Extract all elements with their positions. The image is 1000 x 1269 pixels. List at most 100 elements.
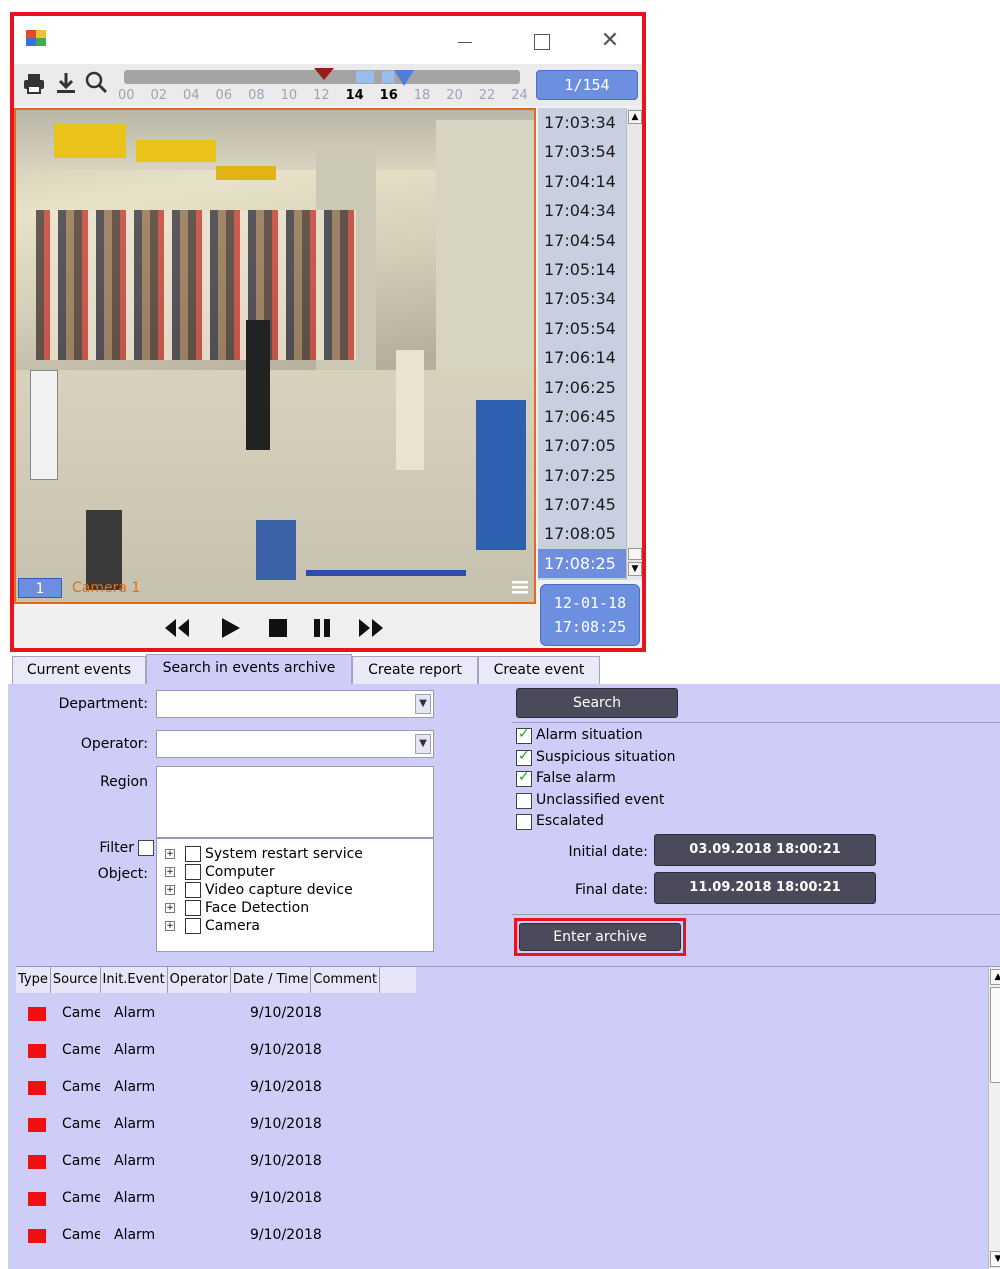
scroll-thumb[interactable] (628, 548, 642, 560)
stop-icon[interactable] (266, 616, 290, 640)
object-checkbox[interactable] (185, 864, 201, 880)
object-tree-item[interactable]: + Video capture device (165, 881, 353, 899)
time-list-item[interactable]: 17:03:54 (538, 137, 626, 166)
scroll-up-icon[interactable]: ▲ (628, 110, 642, 124)
expand-icon[interactable]: + (165, 885, 175, 895)
time-list-item[interactable]: 17:07:25 (538, 461, 626, 490)
time-list-item[interactable]: 17:04:14 (538, 167, 626, 196)
search-button[interactable]: Search (516, 688, 678, 718)
object-label: Computer (205, 864, 275, 880)
column-header[interactable]: Operator (168, 967, 231, 993)
current-time: 17:08:25 (553, 618, 627, 636)
scroll-down-icon[interactable]: ▼ (990, 1251, 1000, 1267)
expand-icon[interactable]: + (165, 867, 175, 877)
event-type-checkbox[interactable] (516, 769, 532, 787)
pause-icon[interactable] (310, 616, 334, 640)
expand-icon[interactable]: + (165, 849, 175, 859)
tab-current-events[interactable]: Current events (12, 656, 146, 684)
time-list-item[interactable]: 17:05:54 (538, 314, 626, 343)
time-list-item[interactable]: 17:06:25 (538, 373, 626, 402)
timeline-tick-label: 24 (511, 88, 528, 103)
object-checkbox[interactable] (185, 882, 201, 898)
tab-create-event[interactable]: Create event (478, 656, 600, 684)
time-list-item[interactable]: 17:03:34 (538, 108, 626, 137)
object-tree-item[interactable]: + Face Detection (165, 899, 309, 917)
divider (512, 722, 1000, 723)
close-button[interactable]: ✕ (590, 26, 630, 56)
maximize-button[interactable] (522, 26, 562, 56)
time-list-item[interactable]: 17:08:05 (538, 519, 626, 548)
event-type-checkbox[interactable] (516, 726, 532, 744)
overhead-sign (136, 140, 216, 162)
filter-checkbox[interactable] (138, 840, 154, 856)
object-checkbox[interactable] (185, 918, 201, 934)
minimize-button[interactable] (444, 26, 484, 56)
enter-archive-button[interactable]: Enter archive (519, 923, 681, 951)
download-icon[interactable] (54, 70, 78, 96)
region-list[interactable] (156, 766, 434, 838)
time-list-item[interactable]: 17:06:14 (538, 343, 626, 372)
tab-create-report[interactable]: Create report (352, 656, 478, 684)
operator-select[interactable]: ▼ (156, 730, 434, 758)
column-header[interactable]: Date / Time (231, 967, 312, 993)
object-tree-item[interactable]: + Camera (165, 917, 260, 935)
initial-date-field[interactable]: 03.09.2018 18:00:21 (654, 834, 876, 866)
object-tree-item[interactable]: + System restart service (165, 845, 363, 863)
table-scrollbar[interactable]: ▲ ▼ (988, 967, 1000, 1269)
time-list[interactable]: 17:03:34 17:03:54 17:04:14 17:04:34 17:04:54… (538, 108, 626, 580)
time-list-item[interactable]: 17:04:54 (538, 226, 626, 255)
time-list-item[interactable]: 17:05:14 (538, 255, 626, 284)
expand-icon[interactable]: + (165, 921, 175, 931)
zoom-icon[interactable] (84, 70, 108, 96)
column-header[interactable]: Source (51, 967, 101, 993)
object-checkbox[interactable] (185, 846, 201, 862)
department-label: Department: (58, 696, 148, 712)
event-type-indicator (28, 1192, 46, 1206)
column-header[interactable]: Init.Event (101, 967, 168, 993)
event-type-checkbox[interactable] (516, 748, 532, 766)
camera-video-frame[interactable]: 1 Camera 1 (14, 108, 536, 604)
table-row[interactable]: Camera Alarm 9/10/2018 (16, 1217, 976, 1254)
table-row[interactable]: Camera Alarm 9/10/2018 (16, 1143, 976, 1180)
scroll-thumb[interactable] (990, 987, 1000, 1083)
expand-icon[interactable]: + (165, 903, 175, 913)
chevron-down-icon[interactable]: ▼ (415, 734, 431, 754)
event-type-checkbox[interactable] (516, 792, 532, 809)
cell-date-time: 9/10/2018 (250, 1227, 322, 1243)
time-list-item[interactable]: 17:06:45 (538, 402, 626, 431)
scroll-down-icon[interactable]: ▼ (628, 562, 642, 576)
tab-search-archive[interactable]: Search in events archive (146, 654, 352, 684)
play-icon[interactable] (218, 616, 242, 640)
table-row[interactable]: Camera Alarm 9/10/2018 (16, 995, 976, 1032)
time-list-item[interactable]: 17:05:34 (538, 284, 626, 313)
scroll-up-icon[interactable]: ▲ (990, 969, 1000, 985)
department-select[interactable]: ▼ (156, 690, 434, 718)
table-row[interactable]: Camera Alarm 9/10/2018 (16, 1180, 976, 1217)
menu-icon[interactable] (510, 578, 530, 596)
chevron-down-icon[interactable]: ▼ (415, 694, 431, 714)
column-header[interactable]: Comment (311, 967, 381, 993)
timeline-marker-blue[interactable] (394, 70, 414, 86)
table-row[interactable]: Camera Alarm 9/10/2018 (16, 1106, 976, 1143)
time-list-item[interactable]: 17:07:45 (538, 490, 626, 519)
time-list-item[interactable]: 17:07:05 (538, 431, 626, 460)
object-label: System restart service (205, 846, 363, 862)
timeline-marker-red[interactable] (314, 68, 334, 80)
time-list-item[interactable]: 17:08:25 (538, 548, 626, 579)
column-header[interactable]: Type (16, 967, 51, 993)
camera-name-label: Camera 1 (72, 580, 141, 596)
print-icon[interactable] (22, 70, 46, 96)
cell-init-event: Alarm (114, 1042, 156, 1058)
object-tree[interactable]: + System restart service + Computer + Video c… (156, 838, 434, 952)
table-row[interactable]: Camera Alarm 9/10/2018 (16, 1069, 976, 1106)
rewind-icon[interactable] (162, 616, 192, 640)
object-tree-item[interactable]: + Computer (165, 863, 275, 881)
player-toolbar: 00 02 04 06 08 10 12 14 16 18 20 22 24 1/154 (14, 64, 642, 106)
final-date-field[interactable]: 11.09.2018 18:00:21 (654, 872, 876, 904)
time-list-item[interactable]: 17:04:34 (538, 196, 626, 225)
time-list-scrollbar[interactable]: ▲ ▼ (626, 108, 642, 580)
event-type-checkbox[interactable] (516, 814, 532, 830)
table-row[interactable]: Camera Alarm 9/10/2018 (16, 1032, 976, 1069)
fast-forward-icon[interactable] (356, 616, 386, 640)
object-checkbox[interactable] (185, 900, 201, 916)
